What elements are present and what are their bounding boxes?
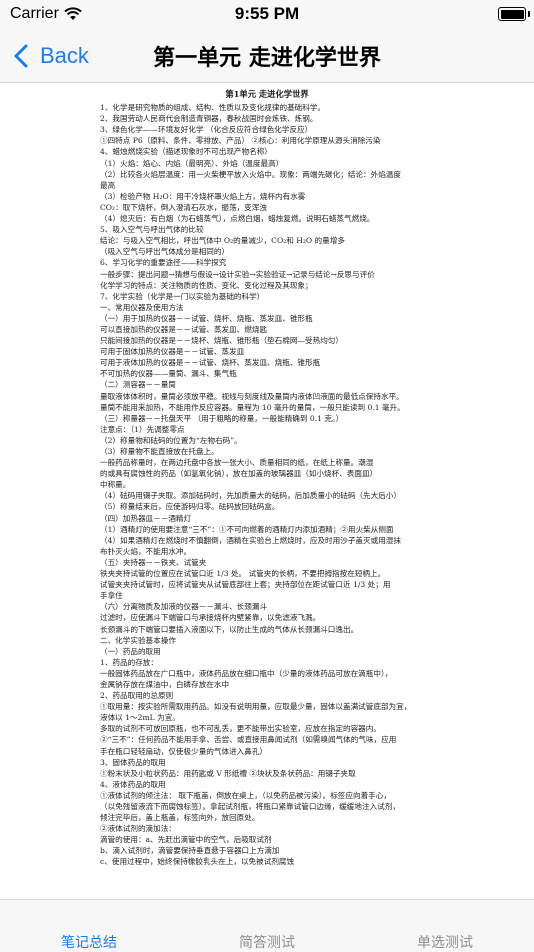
document-line: 结论：与吸入空气相比，呼出气体中 O₂的量减少，CO₂和 H₂O 的量增多: [100, 236, 345, 246]
document-line: CO₂：取下烧杯，倒入澄清石灰水，振荡，变浑浊: [100, 202, 267, 212]
document-line: 金属钠存放在煤油中，白磷存放在水中: [100, 679, 230, 689]
document-line: （二）测容器－－量筒: [100, 380, 176, 390]
document-line: ②液体试剂的滴加法：: [100, 824, 176, 834]
navigation-bar: Back 第一单元 走进化学世界: [0, 30, 534, 83]
document-line: 长颈漏斗的下端管口要插入液面以下，以防止生成的气体从长颈漏斗口逸出。: [100, 624, 359, 634]
document-body: 1、化学是研究物质的组成、结构、性质以及变化规律的基础科学。 2、我国劳动人民商代…: [100, 102, 518, 867]
document-line: 铁夹夹持试管的位置应在试管口近 1/3 处。 试管夹的长柄，不要把拇指按在短柄上…: [100, 569, 386, 579]
document-line: 可用于固体加热的仪器是－－试管、蒸发皿: [100, 347, 245, 357]
document-line: 可以直接加热的仪器是－－试管、蒸发皿、燃烧匙: [100, 324, 268, 334]
document-line: 5、吸入空气与呼出气体的比较: [100, 225, 204, 235]
document-line: 化学学习的特点：关注物质的性质、变化、变化过程及其现象；: [100, 280, 313, 290]
document-line: 多取的试剂不可放回原瓶，也不可乱丢，更不能带出实验室，应放在指定的容器内。: [100, 724, 381, 734]
document-line: 倾注完毕后，盖上瓶盖，标签向外，放回原处。: [100, 813, 260, 823]
document-line: 最高: [100, 180, 116, 190]
document-line: （5）称量结束后，应使游码归零。砝码放回砝码盒。: [100, 502, 280, 512]
document-line: （四）加热器皿－－酒精灯: [100, 513, 192, 523]
document-line: 一般步骤：提出问题→猜想与假设→设计实验→实验验证→记录与结论→反思与评价: [100, 269, 375, 279]
document-line: 2、我国劳动人民商代会制造青铜器，春秋战国时会炼铁、炼钢。: [100, 114, 318, 124]
back-label: Back: [40, 43, 89, 68]
document-line: ①粉末状及小粒状药品：用药匙或 V 形纸槽 ②块状及条状药品：用镊子夹取: [100, 768, 356, 778]
battery-icon: [498, 7, 530, 21]
document-line: 不可加热的仪器——量筒、漏斗、集气瓶: [100, 369, 237, 379]
notes-document[interactable]: 第1单元 走进化学世界 1、化学是研究物质的组成、结构、性质以及变化规律的基础科…: [0, 83, 534, 899]
document-line: 试管夹夹持试管时，应将试管夹从试管底部往上套；夹持部位在距试管口近 1/3 处；…: [100, 580, 391, 590]
document-line: 手在瓶口轻轻扇动，仅使极少量的气体进入鼻孔）: [100, 746, 268, 756]
document-line: （一）药品的取用: [100, 646, 161, 656]
document-line: 可用于液体加热的仪器是－－试管、烧杯、蒸发皿、烧瓶、锥形瓶: [100, 358, 321, 368]
document-line: 4、蜡烛燃烧实验（描述现象时不可出现产物名称）: [100, 147, 272, 157]
document-line: （4）熄灭后：有白烟（为石蜡蒸气），点燃白烟，蜡烛复燃。说明石蜡蒸气燃烧。: [100, 214, 375, 224]
document-line: （2）比较各火焰层温度：用一火柴梗平放入火焰中。现象：两端先碳化；结论：外焰温度: [100, 169, 401, 179]
document-line: b、滴入试剂时，滴管要保持垂直悬于容器口上方滴加: [100, 846, 280, 856]
document-line: 一般固体药品放在广口瓶中，液体药品放在细口瓶中（少量的液体药品可放在滴瓶中），: [100, 668, 393, 678]
document-line: （六）分离物质及加液的仪器－－漏斗、长颈漏斗: [100, 602, 268, 612]
clock: 9:55 PM: [234, 4, 300, 23]
document-line: 3、绿色化学——环境友好化学 （化合反应符合绿色化学反应）: [100, 125, 313, 135]
document-line: 手拿住: [100, 591, 123, 601]
document-line: （4）砝码用镊子夹取。添加砝码时，先加质量大的砝码，后加质量小的砝码（先大后小）: [100, 491, 401, 501]
document-line: 布扑灭火焰，不能用水冲。: [100, 546, 192, 556]
document-line: 1、药品的存放：: [100, 657, 158, 667]
document-line: ①取用量：按实验所需取用药品。如没有说明用量，应取最少量，固体以盖满试管底部为宜…: [100, 702, 412, 712]
document-line: 注意点：（1）先调整零点: [100, 424, 185, 434]
document-line: ①液体试剂的倾注法： 取下瓶盖，倒放在桌上，（以免药品被污染）。标签应向着手心，: [100, 790, 391, 800]
status-bar: Carrier 9:55 PM: [0, 0, 534, 30]
tab-single-choice-test[interactable]: 单选测试: [356, 932, 534, 952]
document-line: 过滤时，应使漏斗下端管口与承接烧杯内壁紧靠，以免滤液飞溅。: [100, 613, 321, 623]
document-line: c、使用过程中，始终保持橡胶乳头在上，以免被试剂腐蚀: [100, 857, 295, 867]
document-line: （3）检验产物 H₂O：用干冷烧杯罩火焰上方，烧杯内有水雾: [100, 191, 306, 201]
document-line: 2、药品取用的总原则: [100, 691, 174, 701]
document-line: 滴管的使用：a、先赶出滴管中的空气，后吸取试剂: [100, 835, 272, 845]
document-line: 量取液体体积时，量筒必须放平稳。视线与刻度线及量筒内液体凹液面的最低点保持水平。: [100, 391, 404, 401]
back-button[interactable]: Back: [14, 40, 89, 72]
document-line: 一般药品称量时，在两边托盘中各放一张大小、质量相同的纸，在纸上称量。潮湿: [100, 458, 374, 468]
chevron-left-icon: [14, 44, 28, 68]
document-line: （三）称量器－－托盘天平 （用于粗略的称量，一般能精确到 0.1 克。）: [100, 413, 344, 423]
document-line: 中称量。: [100, 480, 131, 490]
document-line: （3）称量物不能直接放在托盘上。: [100, 447, 219, 456]
tab-bar: 笔记总结 简答测试 单选测试: [0, 899, 534, 951]
document-line: 6、学习化学的重要途径——科学探究: [100, 258, 227, 268]
document-line: （以免残留液流下而腐蚀标签）。拿起试剂瓶，将瓶口紧靠试管口边缘，缓缓地注入试剂，: [100, 802, 400, 811]
document-line: （吸入空气与呼出气体成分是相同的）: [100, 247, 230, 257]
document-line: 的或具有腐蚀性的药品（如氢氧化钠），放在加盖的玻璃器皿（如小烧杯、表面皿）: [100, 469, 378, 479]
document-line: 液体以 1～2mL 为宜。: [100, 713, 180, 723]
document-line: 一、常用仪器及使用方法: [100, 302, 184, 312]
document-line: （1）火焰：焰心、内焰（最明亮）、外焰（温度最高）: [100, 158, 284, 168]
document-title: 第1单元 走进化学世界: [225, 89, 309, 99]
document-line: 量筒不能用来加热，不能用作反应容器。量程为 10 毫升的量筒，一般只能读到 0.…: [100, 402, 405, 412]
document-line: （一）用于加热的仪器－－试管、烧杯、烧瓶、蒸发皿、锥形瓶: [100, 313, 313, 323]
document-line: （2）称量物和砝码的位置为“左物右码”。: [100, 435, 242, 445]
document-line: 二、化学实验基本操作: [100, 635, 176, 645]
document-line: （1）酒精灯的使用要注意“三不”：①不可向燃着的酒精灯内添加酒精；②用火柴从侧面: [100, 524, 394, 534]
tab-short-answer-test[interactable]: 简答测试: [178, 932, 356, 952]
document-line: 7、化学实验（化学是一门以实验为基础的科学）: [100, 291, 265, 301]
document-line: ②“三不”：任何药品不能用手拿、舌尝、或直接用鼻闻试剂（如需嗅闻气体的气味，应用: [100, 735, 397, 745]
document-line: 只能间接加热的仪器是－－烧杯、烧瓶、锥形瓶（垫石棉网—受热均匀）: [100, 336, 343, 346]
document-line: 3、固体药品的取用: [100, 757, 166, 767]
document-line: 1、化学是研究物质的组成、结构、性质以及变化规律的基础科学。: [100, 103, 326, 113]
document-line: （五）夹持器－－铁夹、试管夹: [100, 557, 207, 567]
tab-notes-summary[interactable]: 笔记总结: [0, 932, 178, 952]
document-line: （4）如果酒精灯在燃烧时不慎翻倒，酒精在实验台上燃烧时，应及时用沙子盖灭或用湿抹: [100, 535, 401, 545]
document-line: ①四特点 P6（原料、条件、零排放、产品） ②核心：利用化学原理从源头消除污染: [100, 136, 381, 146]
document-line: 4、液体药品的取用: [100, 779, 166, 789]
